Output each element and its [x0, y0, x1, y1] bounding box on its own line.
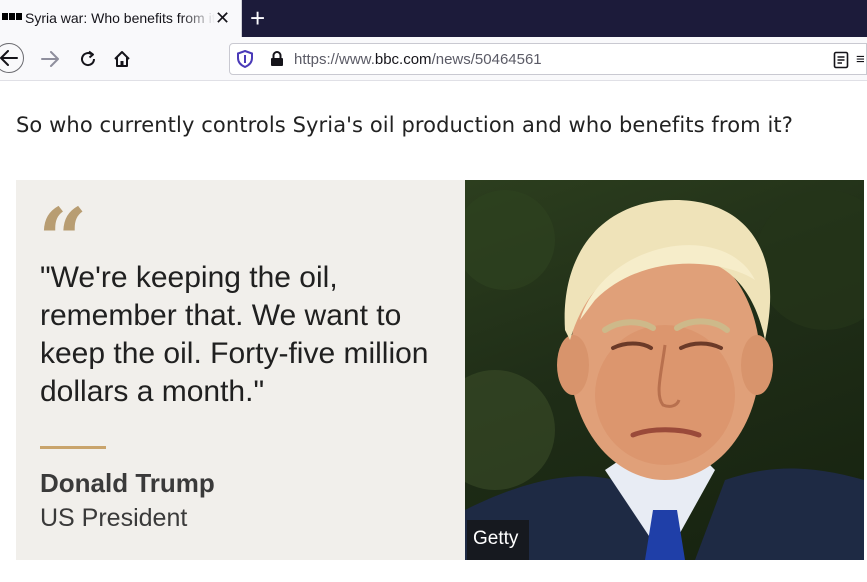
home-icon[interactable]: [108, 45, 136, 73]
url-path: /news/50464561: [431, 51, 542, 68]
quote-divider: [40, 446, 106, 449]
tab-title: Syria war: Who benefits from it: [25, 10, 215, 26]
portrait-illustration: [465, 190, 864, 560]
quote-box: “ "We're keeping the oil, remember that.…: [16, 180, 465, 560]
url-prefix: https://www.: [294, 51, 375, 68]
navigation-bar: https://www.bbc.com/news/50464561: [0, 37, 867, 81]
portrait-photo: [465, 180, 864, 560]
url-domain: bbc.com: [374, 51, 432, 68]
new-tab-icon[interactable]: +: [250, 3, 265, 33]
quote-author-role: US President: [40, 504, 188, 532]
url-text[interactable]: https://www.bbc.com/news/50464561: [294, 51, 542, 68]
reload-icon[interactable]: [74, 45, 102, 73]
overflow-menu-icon[interactable]: ≡: [856, 51, 865, 68]
forward-icon[interactable]: [36, 45, 64, 73]
url-bar[interactable]: https://www.bbc.com/news/50464561: [229, 43, 867, 75]
tab-close-icon[interactable]: ✕: [215, 8, 230, 28]
quote-text: "We're keeping the oil, remember that. W…: [40, 261, 429, 408]
bbc-favicon-icon: [2, 13, 22, 20]
quote-author: Donald Trump: [40, 468, 215, 498]
browser-tab[interactable]: Syria war: Who benefits from it ✕: [0, 0, 242, 37]
back-icon[interactable]: [0, 43, 24, 73]
tab-strip: Syria war: Who benefits from it ✕ +: [0, 0, 867, 37]
article-subheading: So who currently controls Syria's oil pr…: [16, 113, 793, 137]
photo-credit: Getty: [467, 520, 529, 560]
tracking-protection-shield-icon[interactable]: [237, 49, 253, 73]
padlock-icon[interactable]: [270, 51, 284, 72]
reader-view-icon[interactable]: [833, 51, 849, 74]
